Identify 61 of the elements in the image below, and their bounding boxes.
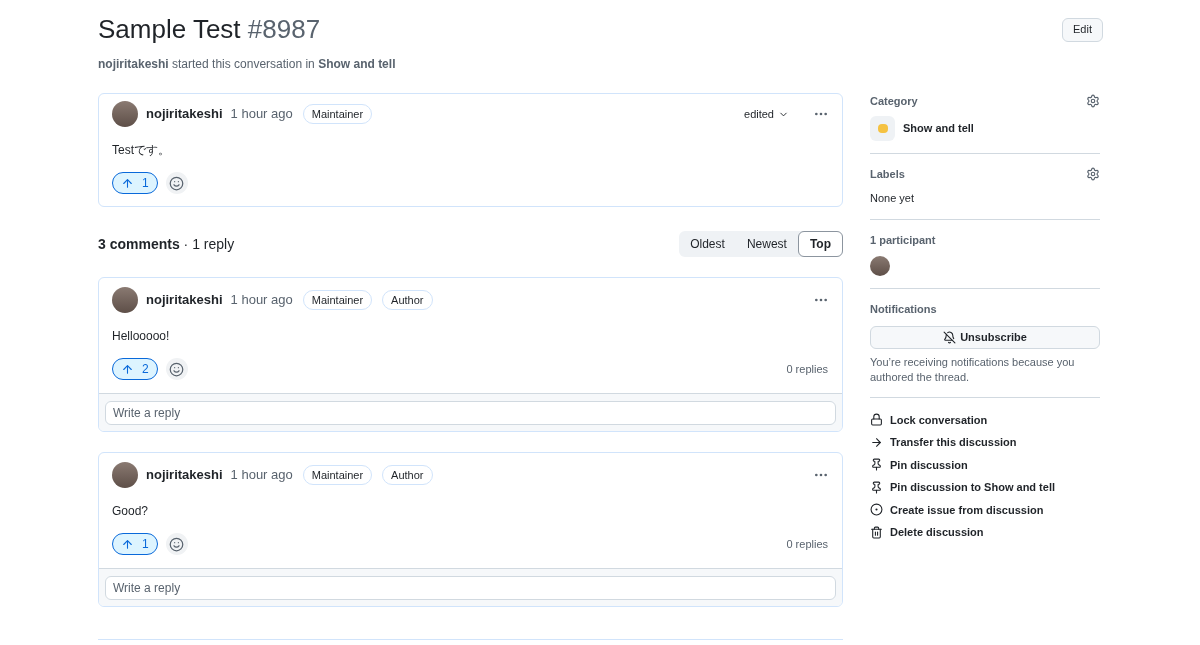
add-reaction-button[interactable] [165, 358, 188, 380]
sidebar-heading: Labels [870, 166, 905, 182]
avatar [112, 287, 138, 313]
lock-icon [870, 413, 883, 427]
add-reaction-button[interactable] [165, 172, 188, 194]
timestamp[interactable]: 1 hour ago [230, 465, 293, 485]
sort-tab[interactable]: Oldest [679, 231, 736, 257]
upvote-button[interactable]: 1 [112, 172, 158, 194]
trash-icon [870, 525, 883, 539]
timestamp[interactable]: 1 hour ago [230, 104, 293, 124]
pin-icon [870, 458, 883, 472]
smiley-icon [169, 361, 185, 377]
arrow-up-icon [121, 362, 134, 376]
discussion-subtitle: nojiritakeshi started this conversation in Show and tell [98, 56, 397, 73]
edited-dropdown[interactable]: edited [744, 105, 789, 123]
sidebar-action-link[interactable]: Transfer this discussion [890, 434, 1017, 451]
comments-count: 3 comments · 1 reply [98, 234, 235, 254]
author-name[interactable]: nojiritakeshi [146, 465, 223, 485]
smiley-icon [169, 536, 185, 552]
pin-icon [870, 480, 883, 494]
labels-value: None yet [870, 191, 916, 206]
unsubscribe-button[interactable]: Unsubscribe [870, 325, 1100, 349]
post-body: Testです。 [112, 142, 171, 159]
circle-dot-icon [870, 503, 883, 517]
category-name[interactable]: Show and tell [903, 119, 974, 137]
arrow-up-icon [121, 176, 134, 190]
author-name[interactable]: nojiritakeshi [146, 104, 223, 124]
arrow-right-icon [870, 435, 883, 449]
replies-count: 0 replies [786, 361, 828, 377]
sidebar-action-link[interactable]: Pin discussion to Show and tell [890, 479, 1056, 496]
comment-body: Hellooooo! [112, 328, 171, 345]
sidebar-heading: 1 participant [870, 233, 936, 246]
sidebar-action-link[interactable]: Delete discussion [890, 524, 984, 541]
replies-count: 0 replies [786, 536, 828, 552]
sort-tab[interactable]: Top [797, 231, 843, 257]
reply-field[interactable]: Write a reply [105, 401, 836, 425]
discussion-title: Sample Test #8987 [98, 13, 321, 46]
settings-icon[interactable] [1086, 94, 1100, 109]
sidebar-heading: Notifications [870, 303, 937, 315]
sort-tab[interactable]: Newest [735, 231, 798, 257]
author-name[interactable]: nojiritakeshi [146, 290, 223, 310]
edit-button[interactable]: Edit [1062, 17, 1103, 42]
bell-off-icon [943, 330, 957, 344]
avatar [870, 256, 890, 276]
sidebar-action-link[interactable]: Lock conversation [890, 411, 988, 428]
avatar [112, 462, 138, 488]
smiley-icon [169, 175, 185, 191]
add-reaction-button[interactable] [165, 533, 188, 555]
arrow-up-icon [121, 537, 134, 551]
sidebar-action-link[interactable]: Pin discussion [890, 456, 968, 473]
avatar [112, 101, 138, 127]
reply-field[interactable]: Write a reply [105, 576, 836, 600]
notification-note: You’re receiving notifications because you authored the thread. [870, 354, 1076, 385]
category-emoji-icon [870, 115, 895, 141]
upvote-button[interactable]: 1 [112, 533, 158, 555]
sidebar-heading: Category [870, 94, 918, 109]
upvote-button[interactable]: 2 [112, 358, 158, 380]
timestamp[interactable]: 1 hour ago [230, 290, 293, 310]
sidebar-action-link[interactable]: Create issue from discussion [890, 501, 1044, 518]
comment-body: Good? [112, 503, 150, 520]
settings-icon[interactable] [1086, 166, 1100, 181]
